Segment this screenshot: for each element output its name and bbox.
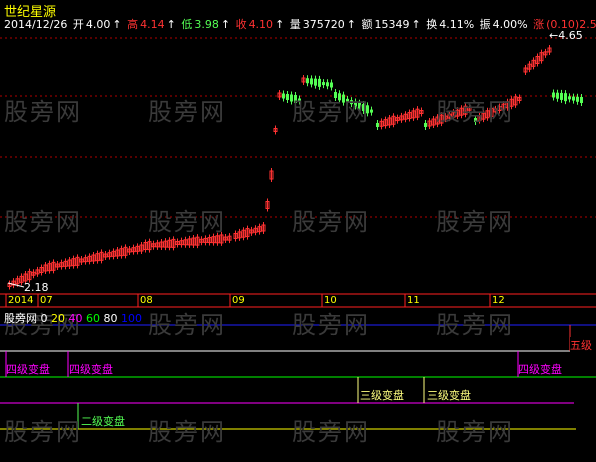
watermark-text: 股旁网 (292, 98, 370, 126)
close-label: 收 (235, 18, 247, 31)
stage-four-label-b: 四级变盘 (69, 363, 113, 376)
change-label: 涨 (533, 18, 545, 31)
watermark-text: 股旁网 (292, 208, 370, 236)
quote-date: 2014/12/26 (4, 18, 68, 31)
stage-three-label-b: 三级变盘 (427, 389, 471, 402)
stage-four-label-a: 四级变盘 (6, 363, 50, 376)
open-label: 开 (72, 18, 84, 31)
max-price-label: ←4.65 (549, 29, 583, 42)
stage-five-label: 五级 (570, 337, 592, 353)
month-tick-label: 12 (492, 295, 505, 306)
month-tick-label: 11 (407, 295, 420, 306)
turnover-value: 4.11% (439, 18, 475, 31)
high-value: 4.14 (140, 18, 165, 31)
stage-four-label-c: 四级变盘 (518, 363, 562, 376)
indicator-legend: 股旁网 0 20 40 60 80 100 (4, 310, 142, 326)
volume-label: 量 (289, 18, 301, 31)
watermark-text: 股旁网 (292, 311, 370, 339)
watermark-text: 股旁网 (148, 208, 226, 236)
watermark-text: 股旁网 (436, 208, 514, 236)
close-value: 4.10 (248, 18, 274, 31)
up-arrow-icon: ↑ (346, 18, 356, 31)
candle-down (322, 82, 325, 86)
up-arrow-icon: ↑ (112, 18, 122, 31)
up-arrow-icon: ↑ (275, 18, 285, 31)
level-100: 100 (121, 312, 142, 325)
candle-down (282, 93, 285, 99)
stage-two-label: 二级变盘 (81, 415, 125, 428)
low-label: 低 (181, 18, 193, 31)
level-40: 40 (68, 312, 83, 325)
candle-down (552, 92, 555, 98)
watermark-text: 股旁网 (4, 418, 82, 446)
min-price-label: 2.18 (24, 281, 49, 294)
month-tick-label: 09 (232, 295, 245, 306)
volume-value: 375720 (302, 18, 345, 31)
candle-down (306, 78, 309, 84)
month-tick-label: 08 (140, 295, 153, 306)
watermark-text: 股旁网 (148, 418, 226, 446)
amount-label: 额 (361, 18, 373, 31)
watermark-text: 股旁网 (436, 418, 514, 446)
level-60: 60 (86, 312, 100, 325)
candle-down (326, 82, 329, 87)
candle-down (370, 109, 373, 113)
watermark-text: 股旁网 (436, 311, 514, 339)
candle-down (556, 92, 559, 99)
candle-down (286, 94, 289, 100)
amplitude-label: 振 (479, 18, 491, 31)
candle-down (580, 97, 583, 103)
max-arrow-icon: ← (549, 29, 559, 42)
level-20: 20 (51, 312, 65, 325)
watermark-text: 股旁网 (148, 311, 226, 339)
max-price-value: 4.65 (558, 29, 583, 42)
watermark-text: 股旁网 (436, 98, 514, 126)
amplitude-value: 4.00% (492, 18, 528, 31)
watermark-text: 股旁网 (292, 418, 370, 446)
watermark-text: 股旁网 (4, 98, 82, 126)
up-arrow-icon: ↑ (411, 18, 421, 31)
high-label: 高 (127, 18, 139, 31)
min-price-value: 2.18 (24, 281, 49, 294)
candle-down (560, 92, 563, 100)
candle-down (310, 78, 313, 85)
level-80: 80 (103, 312, 118, 325)
candle-down (572, 96, 575, 101)
candle-down (314, 78, 317, 86)
candle-down (568, 96, 571, 100)
open-value: 4.00 (85, 18, 111, 31)
candle-down (318, 78, 321, 87)
low-value: 3.98 (194, 18, 219, 31)
quote-info-bar: 2014/12/26 开 4.00 ↑ 高 4.14 ↑ 低 3.98 ↑ 收 4.10 ↑ 量… (4, 16, 596, 32)
turnover-label: 换 (426, 18, 438, 31)
amount-value: 15349 (374, 18, 410, 31)
month-tick-label: 07 (40, 295, 53, 306)
candle-down (376, 123, 379, 127)
stage-three-label-a: 三级变盘 (360, 389, 404, 402)
level-0: 0 (40, 312, 48, 325)
month-tick-label: 10 (324, 295, 337, 306)
watermark-text: 股旁网 (4, 208, 82, 236)
up-arrow-icon: ↑ (220, 18, 231, 31)
candle-down (576, 96, 579, 102)
candle-down (564, 93, 567, 102)
candle-down (330, 82, 333, 88)
up-arrow-icon: ↑ (166, 18, 176, 31)
watermark-text: 股旁网 (148, 98, 226, 126)
candle-down (424, 123, 427, 127)
month-tick-label: 2014 (8, 295, 34, 306)
indicator-name: 股旁网 (4, 312, 37, 325)
